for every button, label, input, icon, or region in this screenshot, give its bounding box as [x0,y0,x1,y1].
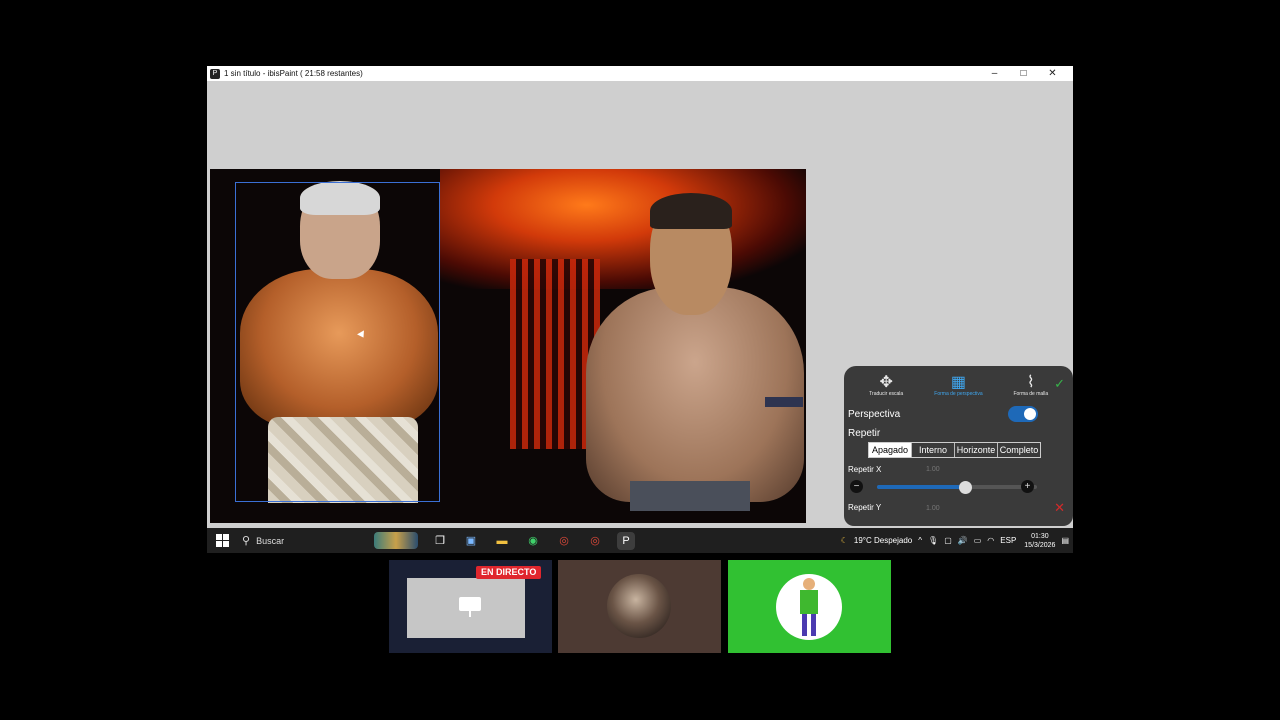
perspectiva-label: Perspectiva [848,409,901,420]
clock-date: 15/3/2026 [1024,541,1056,549]
tool-label: Traducir escala [869,391,904,397]
camera-icon[interactable]: ▢ [944,536,952,545]
selection-box[interactable] [235,182,440,502]
search-label: Buscar [256,535,285,546]
file-explorer-icon[interactable]: ▬ [493,532,511,550]
language-indicator[interactable]: ESP [1000,536,1016,545]
participant-tile-3[interactable] [728,560,891,653]
canvas-area[interactable]: ✥ Traducir escala ▦ Forma de perspectiva… [207,81,1073,528]
participant-tile-2[interactable] [558,560,721,653]
repeat-mode-apagado[interactable]: Apagado [869,443,912,457]
start-button[interactable] [216,533,230,548]
taskbar-clock[interactable]: 01:30 15/3/2026 [1024,532,1055,550]
avatar-figure-head [803,578,815,590]
app-window: P 1 sin título - ibisPaint ( 21:58 resta… [207,66,1073,553]
taskbar-search[interactable]: ⚲ Buscar [242,532,370,549]
figure-right-shorts [630,481,750,511]
task-view-icon[interactable]: ❐ [431,532,449,550]
present-screen-icon [459,597,481,611]
tool-translate-scale[interactable]: ✥ Traducir escala [855,374,917,404]
perspective-grid-icon: ▦ [950,374,967,391]
maximize-button[interactable]: □ [1009,66,1038,81]
cancel-x-icon[interactable]: ✕ [1054,500,1065,516]
volume-icon[interactable]: 🔊 [958,536,968,545]
repetir-x-slider[interactable] [877,481,1037,494]
tool-mesh[interactable]: ⌇ Forma de malla [1000,374,1062,404]
toggle-knob [1024,408,1036,420]
avatar [776,574,842,640]
repetir-y-value: 1.00 [926,505,940,512]
repetir-x-increase-button[interactable]: + [1021,480,1034,493]
wifi-icon[interactable]: ◠ [987,536,994,545]
confirm-check-icon[interactable]: ✓ [1054,376,1065,392]
repeat-mode-horizonte[interactable]: Horizonte [955,443,998,457]
battery-icon[interactable]: ▭ [974,536,982,545]
notifications-icon[interactable]: ▤ [1061,536,1069,545]
search-icon: ⚲ [242,535,251,547]
repetir-x-value: 1.00 [926,466,940,473]
transform-panel: ✥ Traducir escala ▦ Forma de perspectiva… [844,366,1073,526]
minimize-button[interactable]: – [980,66,1009,81]
repeat-mode-completo[interactable]: Completo [998,443,1040,457]
tool-label: Forma de perspectiva [934,391,983,397]
ibispaint-icon: P [210,68,220,79]
figure-right-hair [650,193,732,229]
figure-right-torso [586,287,804,502]
artwork-canvas[interactable] [210,169,806,523]
ibispaint-taskbar-icon[interactable]: P [617,531,635,550]
whatsapp-icon[interactable]: ◉ [524,532,542,550]
participant-tile-screen-share[interactable]: EN DIRECTO [389,560,552,653]
weather-moon-icon: ☾ [840,536,848,545]
transform-tools: ✥ Traducir escala ▦ Forma de perspectiva… [844,366,1073,404]
repetir-x-label: Repetir X [848,465,882,474]
tray-chevron-icon[interactable]: ^ [918,536,922,545]
system-tray: ☾ 19°C Despejado ^ 🎙 ▢ 🔊 ▭ ◠ ESP 01:30 1… [835,528,1069,553]
avatar [607,574,671,638]
close-button[interactable]: ✕ [1038,66,1067,81]
microphone-icon[interactable]: 🎙 [928,536,938,545]
title-bar: P 1 sin título - ibisPaint ( 21:58 resta… [207,66,1073,81]
repetir-label: Repetir [848,428,881,439]
fire-background [440,169,806,289]
move-arrows-icon: ✥ [879,374,893,391]
repeat-mode-selector: Apagado Interno Horizonte Completo [868,442,1041,458]
chrome-profile-icon[interactable]: ◎ [586,532,604,550]
window-controls: – □ ✕ [980,66,1067,81]
window-title: 1 sin título - ibisPaint ( 21:58 restant… [224,69,363,78]
slider-fill [877,485,965,489]
repeat-mode-interno[interactable]: Interno [912,443,955,457]
perspectiva-toggle[interactable] [1008,406,1038,422]
avatar-figure-body [800,590,818,614]
mesh-warp-icon: ⌇ [1026,374,1035,391]
windows-taskbar: ⚲ Buscar ❐ ▣ ▬ ◉ ◎ ◎ P ☾ 19°C Despejado … [207,528,1073,553]
tool-perspective[interactable]: ▦ Forma de perspectiva [927,374,989,404]
store-icon[interactable]: ▣ [462,532,480,550]
figure-right-armband [765,397,803,407]
repetir-y-label: Repetir Y [848,503,882,512]
tool-label: Forma de malla [1013,391,1049,397]
weather-text[interactable]: 19°C Despejado [854,536,912,545]
live-badge: EN DIRECTO [476,566,542,579]
clock-time: 01:30 [1031,532,1049,540]
avatar-figure-legs [802,614,816,636]
repetir-x-decrease-button[interactable]: − [850,480,863,493]
chrome-icon[interactable]: ◎ [555,532,573,550]
present-screen-stand [469,611,471,617]
widgets-thumbnail[interactable] [374,532,418,549]
slider-thumb[interactable] [959,481,972,494]
